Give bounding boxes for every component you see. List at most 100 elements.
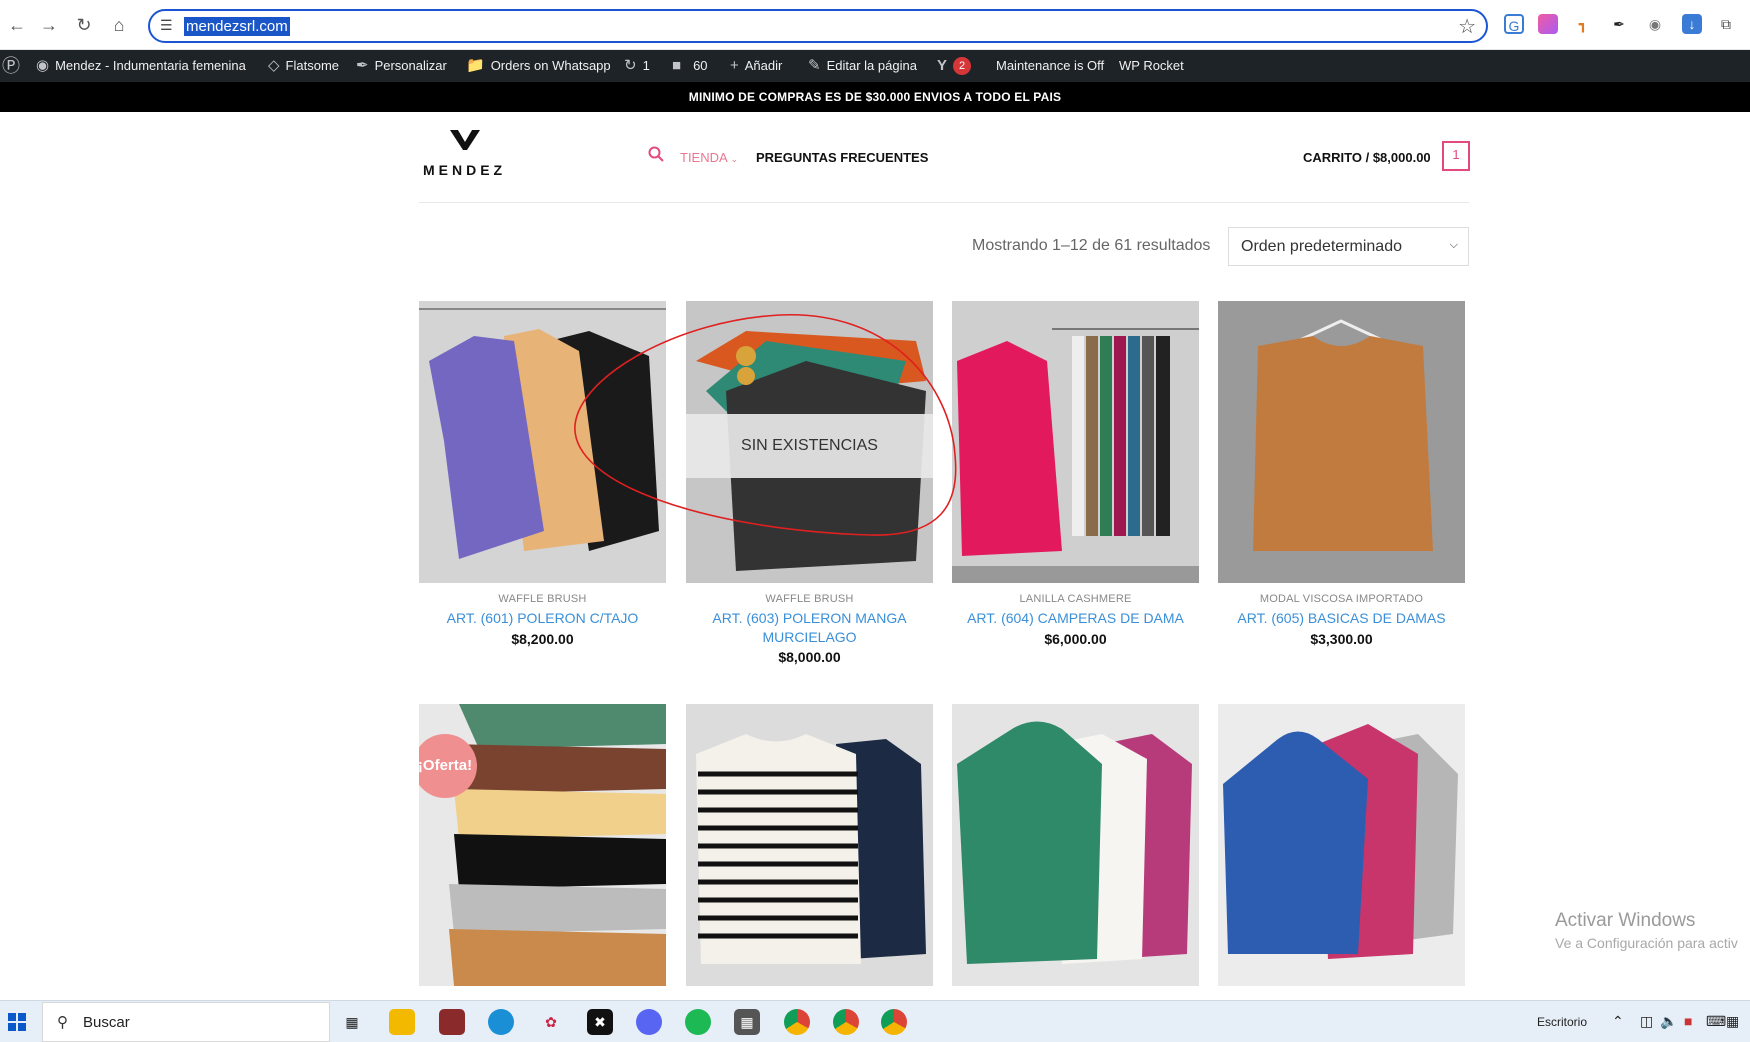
orders-link[interactable]: 📁 Orders on Whatsapp <box>466 50 611 82</box>
dashboard-icon: ◉ <box>36 57 50 74</box>
chrome-icon[interactable] <box>833 1009 859 1035</box>
plus-icon: + <box>730 57 739 74</box>
eyedropper-icon[interactable]: ✒ <box>1609 14 1629 34</box>
updates-count: 1 <box>642 58 650 73</box>
wp-rocket-link[interactable]: WP Rocket <box>1119 50 1184 82</box>
extension-orange-icon[interactable]: ┓ <box>1573 14 1593 34</box>
customize-link[interactable]: ✒ Personalizar <box>356 50 447 82</box>
site-settings-icon[interactable]: ☰ <box>160 17 173 34</box>
site-name-link[interactable]: ◉ Mendez - Indumentaria femenina <box>36 50 246 82</box>
task-view-icon[interactable]: ▦ <box>339 1009 365 1035</box>
product-category: LANILLA CASHMERE <box>1019 593 1132 605</box>
chevron-up-icon[interactable]: ⌃ <box>1612 1013 1624 1030</box>
flatsome-link[interactable]: ◇ Flatsome <box>268 50 339 82</box>
reload-icon[interactable]: ↻ <box>73 14 95 36</box>
product-image[interactable] <box>419 301 666 583</box>
product-image[interactable] <box>952 301 1199 583</box>
orders-label: Orders on Whatsapp <box>490 58 611 73</box>
flatsome-label: Flatsome <box>285 58 340 73</box>
logo-icon[interactable] <box>448 128 482 152</box>
pencil-icon: ✎ <box>808 57 821 74</box>
windows-taskbar: ⚲ Buscar ▦ ✿ ✖ ▦ Escritorio ⌃ ◫ 🔈 ■ ⌨ ▦ <box>0 1000 1750 1042</box>
updates-icon: ↻ <box>624 57 637 74</box>
updates-link[interactable]: ↻ 1 <box>624 50 650 82</box>
new-content-link[interactable]: + Añadir <box>730 50 782 82</box>
edit-page-link[interactable]: ✎ Editar la página <box>808 50 917 82</box>
maintenance-label: Maintenance is Off <box>996 58 1105 73</box>
search-icon[interactable] <box>648 146 664 162</box>
app-tray-icon[interactable]: ■ <box>1684 1013 1692 1029</box>
keyboard-icon[interactable]: ⌨ <box>1706 1013 1726 1030</box>
product-title[interactable]: ART. (604) CAMPERAS DE DAMA <box>952 609 1199 628</box>
wordpress-logo[interactable]: Ⓟ <box>2 50 20 82</box>
product-title[interactable]: ART. (603) POLERON MANGA MURCIELAGO <box>686 609 933 647</box>
windows-activation-title: Activar Windows <box>1555 910 1696 931</box>
winrar-icon[interactable] <box>439 1009 465 1035</box>
maintenance-link[interactable]: Maintenance is Off <box>996 50 1104 82</box>
forward-icon[interactable]: → <box>38 14 60 36</box>
header-divider <box>419 202 1469 203</box>
paint-icon[interactable]: ✿ <box>538 1009 564 1035</box>
spotify-icon[interactable] <box>685 1009 711 1035</box>
product-image[interactable] <box>686 704 933 986</box>
address-bar[interactable]: ☰ mendezsrl.com ☆ <box>148 9 1488 43</box>
bookmark-star-icon[interactable]: ☆ <box>1458 14 1476 39</box>
file-explorer-icon[interactable] <box>389 1009 415 1035</box>
back-icon[interactable]: ← <box>6 14 28 36</box>
cart-link[interactable]: CARRITO / $8,000.00 <box>1303 150 1431 165</box>
product-price: $3,300.00 <box>1310 631 1373 647</box>
sort-select[interactable]: Orden predeterminado ⌵ <box>1228 227 1469 266</box>
out-of-stock-badge: SIN EXISTENCIAS <box>686 414 933 478</box>
taskbar-search-label: Buscar <box>83 1014 130 1031</box>
chrome-icon[interactable] <box>881 1009 907 1035</box>
yoast-icon: Y <box>937 57 948 74</box>
product-image[interactable]: SIN EXISTENCIAS <box>686 301 933 583</box>
comment-icon: ■ <box>672 57 682 74</box>
edge-icon[interactable] <box>488 1009 514 1035</box>
nav-preguntas-frecuentes[interactable]: PREGUNTAS FRECUENTES <box>756 150 928 165</box>
windows-activation-subtitle: Ve a Configuración para activ <box>1555 935 1738 951</box>
product-image[interactable]: ¡Oferta! <box>419 704 666 986</box>
volume-icon[interactable]: 🔈 <box>1660 1013 1677 1030</box>
nav-tienda[interactable]: TIENDA ⌄ <box>680 150 738 165</box>
calendar-icon[interactable]: ▦ <box>1726 1013 1739 1030</box>
yoast-link[interactable]: Y 2 <box>937 50 972 82</box>
shipping-notice: MINIMO DE COMPRAS ES DE $30.000 ENVIOS A… <box>0 82 1750 112</box>
product-category: WAFFLE BRUSH <box>498 593 587 605</box>
calculator-icon[interactable]: ▦ <box>734 1009 760 1035</box>
product-title[interactable]: ART. (601) POLERON C/TAJO <box>419 609 666 628</box>
wordpress-icon: Ⓟ <box>2 56 20 76</box>
wp-admin-bar: Ⓟ ◉ Mendez - Indumentaria femenina ◇ Fla… <box>0 50 1750 82</box>
comments-link[interactable]: ■ 60 <box>672 50 708 82</box>
new-label: Añadir <box>744 58 783 73</box>
product-image[interactable] <box>952 704 1199 986</box>
product-price: $8,000.00 <box>778 649 841 665</box>
product-image[interactable] <box>1218 301 1465 583</box>
camera-icon[interactable]: ◉ <box>1645 14 1665 34</box>
discord-icon[interactable] <box>636 1009 662 1035</box>
browser-toolbar: ← → ↻ ⌂ ☰ mendezsrl.com ☆ G ┓ ✒ ◉ ↓ ⧉ <box>0 0 1750 50</box>
download-icon[interactable]: ↓ <box>1682 14 1702 34</box>
nav-tienda-label: TIENDA <box>680 150 727 165</box>
product-image[interactable] <box>1218 704 1465 986</box>
folder-icon: 📁 <box>466 57 485 74</box>
network-icon[interactable]: ◫ <box>1640 1013 1653 1030</box>
result-count: Mostrando 1–12 de 61 resultados <box>972 237 1211 254</box>
flatsome-icon: ◇ <box>268 57 280 74</box>
comments-count: 60 <box>693 58 708 73</box>
extension-gradient-icon[interactable] <box>1538 14 1558 34</box>
home-icon[interactable]: ⌂ <box>108 14 130 36</box>
yoast-badge: 2 <box>953 57 972 75</box>
product-title[interactable]: ART. (605) BASICAS DE DAMAS <box>1218 609 1465 628</box>
chevron-down-icon: ⌄ <box>730 154 739 164</box>
logo-text[interactable]: MENDEZ <box>423 162 506 178</box>
url-text[interactable]: mendezsrl.com <box>184 17 290 36</box>
extension-blue-icon[interactable]: G <box>1504 14 1524 34</box>
windows-start-icon[interactable] <box>8 1013 26 1031</box>
puzzle-icon[interactable]: ⧉ <box>1716 14 1736 34</box>
desktop-toolbar-label[interactable]: Escritorio <box>1537 1015 1587 1029</box>
chrome-icon[interactable] <box>784 1009 810 1035</box>
cart-count-icon[interactable]: 1 <box>1442 141 1470 171</box>
taskbar-search[interactable]: ⚲ Buscar <box>42 1002 330 1042</box>
capcut-icon[interactable]: ✖ <box>587 1009 613 1035</box>
